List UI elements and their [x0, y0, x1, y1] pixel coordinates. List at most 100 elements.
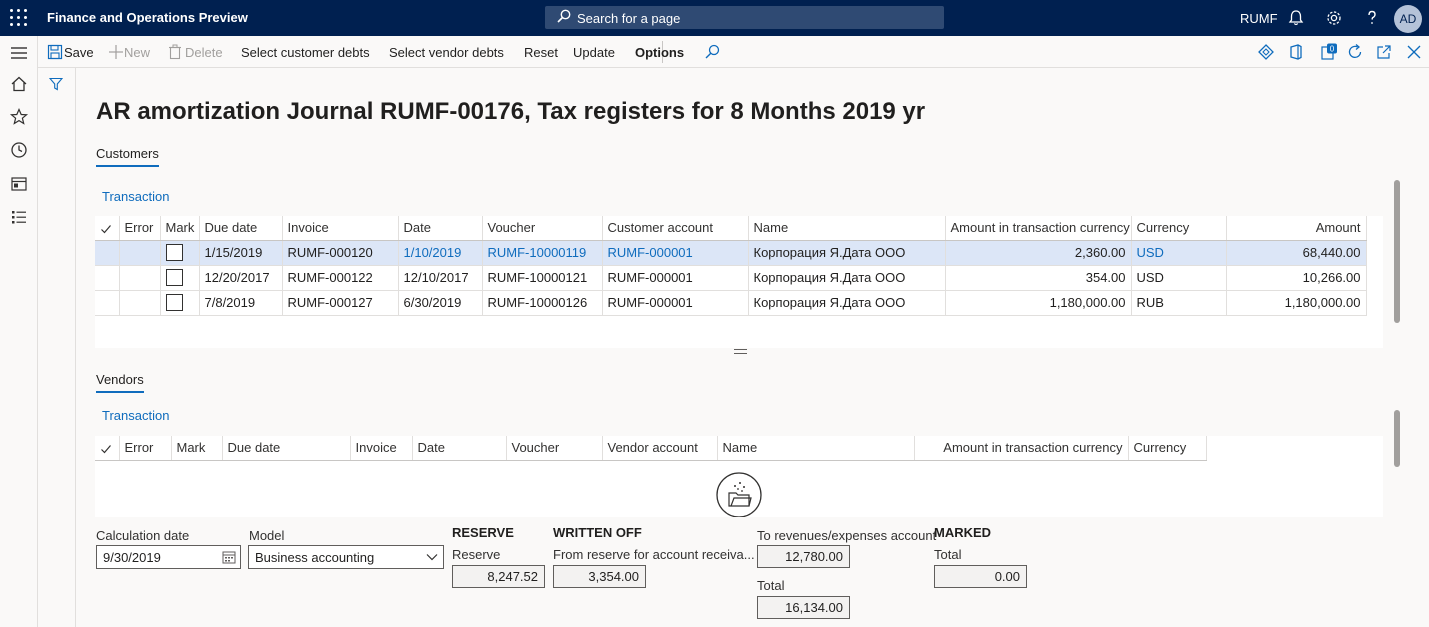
help-icon[interactable] [1362, 8, 1382, 28]
col-invoice[interactable]: Invoice [282, 216, 399, 241]
avatar[interactable]: AD [1394, 5, 1422, 33]
office-icon[interactable] [1287, 43, 1305, 61]
col-error[interactable]: Error [119, 216, 161, 241]
vendors-grid: Error Mark Due date Invoice Date Voucher… [95, 436, 1383, 517]
trash-icon [169, 44, 181, 60]
row-selector[interactable] [95, 290, 120, 316]
cell-currency: USD [1131, 265, 1227, 291]
col-date[interactable]: Date [412, 436, 507, 461]
cell-due-date: 1/15/2019 [199, 240, 283, 266]
model-select[interactable]: Business accounting [248, 545, 444, 569]
diamond-icon[interactable] [1257, 43, 1275, 61]
row-selector[interactable] [95, 240, 120, 266]
col-name[interactable]: Name [717, 436, 915, 461]
company-picker[interactable]: RUMF [1240, 11, 1278, 26]
col-currency[interactable]: Currency [1128, 436, 1207, 461]
cell-voucher-link[interactable]: RUMF-10000119 [482, 240, 603, 266]
filter-icon[interactable] [49, 77, 63, 91]
close-icon[interactable] [1405, 43, 1423, 61]
cell-currency-link[interactable]: USD [1131, 240, 1227, 266]
select-all-checkmark[interactable] [95, 216, 120, 241]
select-vendor-debts-button[interactable]: Select vendor debts [389, 45, 504, 60]
cell-customer-account-link[interactable]: RUMF-000001 [602, 240, 749, 266]
col-vendor-account[interactable]: Vendor account [602, 436, 718, 461]
star-icon[interactable] [9, 107, 29, 127]
cell-mark [160, 240, 200, 266]
new-button[interactable]: New [124, 45, 150, 60]
mark-checkbox[interactable] [165, 269, 183, 287]
save-button[interactable]: Save [64, 45, 94, 60]
bell-icon[interactable] [1286, 8, 1306, 28]
calculation-date-value: 9/30/2019 [103, 550, 161, 565]
cell-date[interactable]: 1/10/2019 [398, 240, 483, 266]
vendors-transaction-link[interactable]: Transaction [102, 408, 169, 423]
clock-icon[interactable] [9, 140, 29, 160]
chevron-down-icon [426, 554, 438, 561]
col-voucher[interactable]: Voucher [506, 436, 603, 461]
col-due-date[interactable]: Due date [222, 436, 351, 461]
refresh-icon[interactable] [1346, 43, 1364, 61]
table-row[interactable]: 12/20/2017 RUMF-000122 12/10/2017 RUMF-1… [95, 265, 1367, 291]
col-invoice[interactable]: Invoice [350, 436, 413, 461]
mark-checkbox[interactable] [165, 244, 183, 262]
col-amount-transaction-currency[interactable]: Amount in transaction currency [945, 216, 1132, 241]
table-row[interactable]: 7/8/2019 RUMF-000127 6/30/2019 RUMF-1000… [95, 290, 1367, 316]
section-splitter-handle[interactable] [734, 349, 747, 354]
page-scrollbar[interactable] [1394, 180, 1400, 323]
attachments-icon[interactable]: 0 [1319, 43, 1337, 61]
page-title: AR amortization Journal RUMF-00176, Tax … [96, 98, 926, 125]
calendar-icon[interactable] [222, 550, 236, 564]
table-row[interactable]: 1/15/2019 RUMF-000120 1/10/2019 RUMF-100… [95, 240, 1367, 266]
action-pane: Save New Delete Select customer debts Se… [38, 36, 1429, 68]
tab-customers[interactable]: Customers [96, 146, 159, 167]
col-voucher[interactable]: Voucher [482, 216, 603, 241]
cell-error [119, 265, 161, 291]
total-label: Total [757, 578, 785, 593]
col-error[interactable]: Error [119, 436, 172, 461]
col-currency[interactable]: Currency [1131, 216, 1227, 241]
reserve-value: 8,247.52 [452, 565, 545, 588]
marked-total-label: Total [934, 547, 962, 562]
to-revenues-expenses-label: To revenues/expenses account [757, 528, 937, 543]
select-customer-debts-button[interactable]: Select customer debts [241, 45, 370, 60]
update-button[interactable]: Update [573, 45, 615, 60]
mark-checkbox[interactable] [165, 294, 183, 312]
checkmark-icon [101, 444, 111, 454]
reset-button[interactable]: Reset [524, 45, 558, 60]
modules-icon[interactable] [9, 207, 29, 227]
calculation-date-input[interactable]: 9/30/2019 [96, 545, 241, 569]
left-nav [0, 36, 38, 627]
hamburger-icon[interactable] [9, 43, 29, 63]
col-amount[interactable]: Amount [1226, 216, 1367, 241]
search-icon[interactable] [703, 43, 721, 61]
customers-transaction-link[interactable]: Transaction [102, 189, 169, 204]
col-name[interactable]: Name [748, 216, 946, 241]
col-due-date[interactable]: Due date [199, 216, 283, 241]
search-box[interactable]: Search for a page [545, 6, 944, 29]
col-amount-transaction-currency[interactable]: Amount in transaction currency [914, 436, 1129, 461]
workspaces-icon[interactable] [9, 174, 29, 194]
cell-customer-account: RUMF-000001 [602, 265, 749, 291]
options-tab[interactable]: Options [635, 45, 684, 60]
written-off-value: 3,354.00 [553, 565, 646, 588]
delete-button[interactable]: Delete [185, 45, 223, 60]
col-date[interactable]: Date [398, 216, 483, 241]
cell-amount-transaction-currency: 354.00 [945, 265, 1132, 291]
customers-grid: Error Mark Due date Invoice Date Voucher… [95, 216, 1383, 348]
vendors-scrollbar[interactable] [1394, 410, 1400, 467]
cell-due-date: 12/20/2017 [199, 265, 283, 291]
col-mark[interactable]: Mark [160, 216, 200, 241]
cell-amount-transaction-currency: 2,360.00 [945, 240, 1132, 266]
select-all-checkmark[interactable] [95, 436, 120, 461]
col-customer-account[interactable]: Customer account [602, 216, 749, 241]
row-selector[interactable] [95, 265, 120, 291]
tab-vendors[interactable]: Vendors [96, 372, 144, 393]
cell-amount: 10,266.00 [1226, 265, 1367, 291]
app-launcher-icon[interactable] [10, 9, 28, 27]
open-in-new-window-icon[interactable] [1375, 43, 1393, 61]
col-mark[interactable]: Mark [171, 436, 223, 461]
home-icon[interactable] [9, 74, 29, 94]
plus-icon [109, 45, 123, 59]
gear-icon[interactable] [1324, 8, 1344, 28]
app-title[interactable]: Finance and Operations Preview [47, 10, 248, 25]
